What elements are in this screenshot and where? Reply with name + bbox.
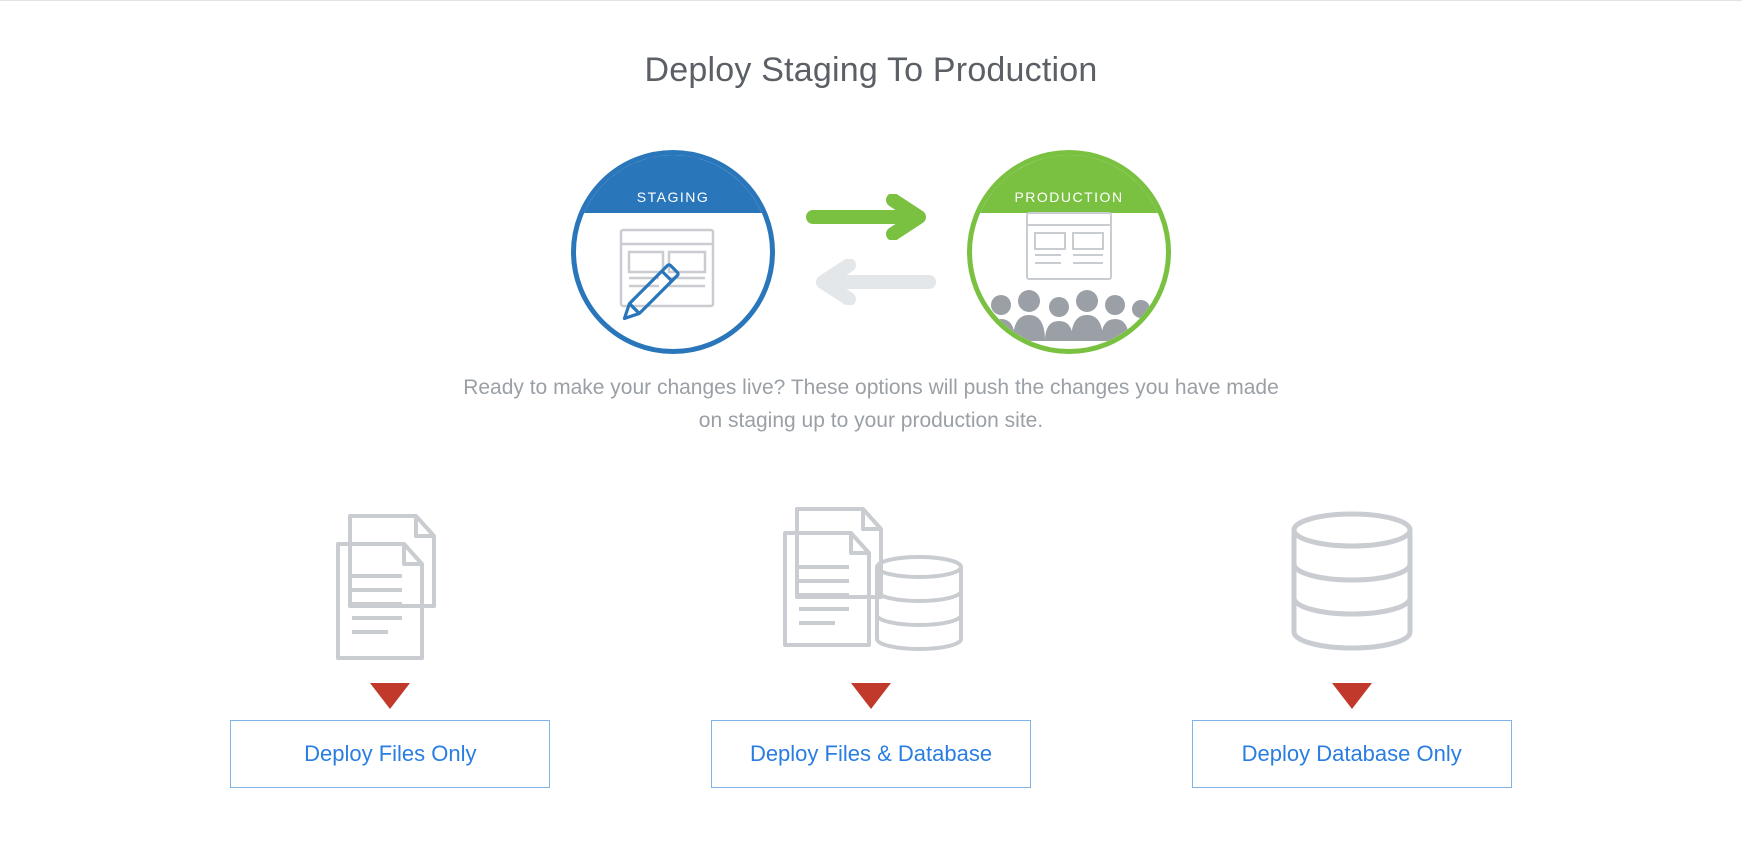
page-title: Deploy Staging To Production (60, 51, 1682, 90)
transfer-arrows (801, 194, 941, 310)
page-edit-icon (613, 224, 733, 339)
production-circle: PRODUCTION (967, 150, 1171, 354)
production-cap: PRODUCTION (972, 155, 1166, 213)
deploy-files-button[interactable]: Deploy Files Only (230, 720, 550, 788)
arrow-right-icon (801, 194, 941, 245)
production-label: PRODUCTION (1014, 189, 1123, 205)
database-icon (1277, 510, 1427, 665)
option-files: Deploy Files Only (170, 507, 611, 788)
option-db: Deploy Database Only (1131, 507, 1572, 788)
files-database-icon (771, 505, 971, 670)
deploy-files-db-button[interactable]: Deploy Files & Database (711, 720, 1031, 788)
audience-site-icon (979, 209, 1159, 354)
pointer-down-icon (1330, 681, 1374, 716)
deploy-staging-page: Deploy Staging To Production STAGING (0, 1, 1742, 808)
staging-label: STAGING (637, 189, 709, 205)
staging-cap: STAGING (576, 155, 770, 213)
arrow-left-icon (801, 259, 941, 310)
hero-illustration: STAGING (60, 150, 1682, 354)
deploy-options: Deploy Files Only (60, 437, 1682, 788)
description-text: Ready to make your changes live? These o… (461, 372, 1281, 437)
staging-circle: STAGING (571, 150, 775, 354)
files-icon (320, 510, 460, 665)
pointer-down-icon (368, 681, 412, 716)
option-files-db: Deploy Files & Database (651, 507, 1092, 788)
pointer-down-icon (849, 681, 893, 716)
deploy-db-button[interactable]: Deploy Database Only (1192, 720, 1512, 788)
